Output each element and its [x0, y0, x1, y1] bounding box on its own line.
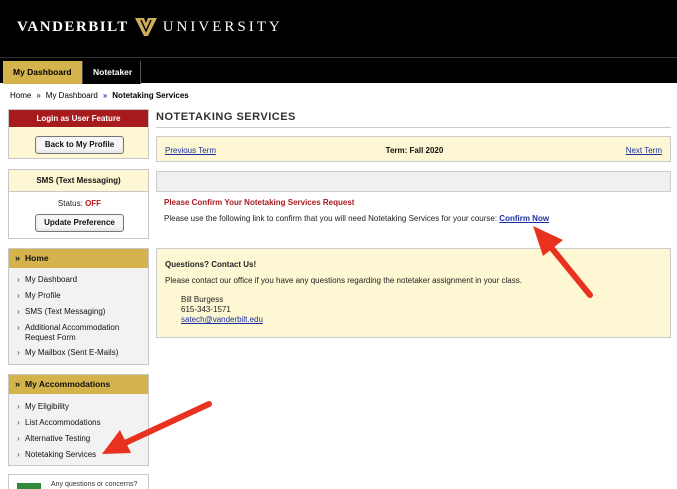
chevron-right-icon: ›	[17, 418, 20, 427]
confirm-request-instructions: Please use the following link to confirm…	[164, 214, 498, 223]
chevron-right-icon: ›	[17, 402, 20, 411]
sidebar-item-label: List Accommodations	[25, 418, 101, 427]
empty-bar	[156, 171, 671, 192]
confirm-request-title: Please Confirm Your Notetaking Services …	[164, 198, 355, 207]
sms-box: SMS (Text Messaging) Status: OFF Update …	[8, 169, 149, 239]
double-chevron-down-icon: »	[15, 253, 21, 263]
sidebar-item-sms[interactable]: › SMS (Text Messaging)	[17, 307, 145, 317]
home-menu-title: Home	[25, 253, 49, 263]
sms-status-value: OFF	[85, 199, 102, 208]
breadcrumb-home[interactable]: Home	[10, 91, 31, 100]
sidebar-item-list-accommodations[interactable]: › List Accommodations	[17, 418, 145, 428]
sms-status-label: Status:	[57, 199, 83, 208]
top-navigation: My Dashboard Notetaker	[0, 57, 677, 84]
title-divider	[156, 127, 671, 128]
contact-box: Questions? Contact Us! Please contact ou…	[156, 248, 671, 338]
current-term: Term: Fall 2020	[385, 146, 444, 155]
accommodations-menu-header[interactable]: » My Accommodations	[9, 375, 148, 394]
contact-text: Please contact our office if you have an…	[165, 276, 522, 285]
breadcrumb-separator: »	[36, 91, 41, 100]
home-menu: » Home › My Dashboard › My Profile › SMS (Te…	[8, 248, 149, 365]
breadcrumb-current: Notetaking Services	[112, 91, 189, 100]
accommodations-menu-title: My Accommodations	[25, 379, 111, 389]
sidebar-item-label: Additional Accommodation Request Form	[25, 323, 120, 342]
sms-title: SMS (Text Messaging)	[9, 170, 148, 192]
chevron-right-icon: ›	[17, 348, 20, 357]
vanderbilt-v-logo-icon	[134, 18, 157, 36]
sidebar-item-my-profile[interactable]: › My Profile	[17, 291, 145, 301]
double-chevron-down-icon: »	[15, 379, 21, 389]
site-header: VANDERBILT UNIVERSITY	[0, 0, 677, 57]
sidebar-item-my-dashboard[interactable]: › My Dashboard	[17, 275, 145, 285]
contact-email-link[interactable]: satech@vanderbilt.edu	[181, 315, 263, 324]
sidebar-item-label: Notetaking Services	[25, 450, 97, 459]
sidebar-item-label: My Mailbox (Sent E-Mails)	[25, 348, 119, 357]
logo-text-left: VANDERBILT	[17, 18, 129, 35]
contact-image	[17, 483, 41, 489]
breadcrumb-my-dashboard[interactable]: My Dashboard	[46, 91, 98, 100]
sidebar-item-label: My Profile	[25, 291, 61, 300]
questions-box-text: Any questions or concerns?	[51, 481, 138, 488]
login-as-user-title: Login as User Feature	[9, 110, 148, 127]
chevron-right-icon: ›	[17, 323, 20, 332]
sidebar-item-additional-accommodation[interactable]: › Additional Accommodation Request Form	[17, 323, 145, 343]
chevron-right-icon: ›	[17, 275, 20, 284]
sms-status: Status: OFF	[9, 199, 150, 208]
accommodations-menu: » My Accommodations › My Eligibility › List…	[8, 374, 149, 466]
update-preference-button[interactable]: Update Preference	[35, 214, 124, 232]
page-title: NOTETAKING SERVICES	[156, 111, 296, 123]
contact-name: Bill Burgess	[181, 295, 224, 304]
contact-heading: Questions? Contact Us!	[165, 260, 257, 269]
questions-box: Any questions or concerns?	[8, 474, 149, 489]
sidebar-item-my-mailbox[interactable]: › My Mailbox (Sent E-Mails)	[17, 348, 145, 358]
sidebar-item-notetaking-services[interactable]: › Notetaking Services	[17, 450, 145, 460]
sidebar-item-label: SMS (Text Messaging)	[25, 307, 106, 316]
logo-text-right: UNIVERSITY	[162, 18, 283, 35]
chevron-right-icon: ›	[17, 434, 20, 443]
chevron-right-icon: ›	[17, 291, 20, 300]
login-as-user-box: Login as User Feature Back to My Profile	[8, 109, 149, 159]
tab-notetaker[interactable]: Notetaker	[82, 61, 141, 84]
term-navigation: Previous Term Term: Fall 2020 Next Term	[156, 136, 671, 162]
sidebar-item-alternative-testing[interactable]: › Alternative Testing	[17, 434, 145, 444]
sidebar-item-label: My Eligibility	[25, 402, 70, 411]
sidebar-item-label: My Dashboard	[25, 275, 78, 284]
breadcrumb: Home » My Dashboard » Notetaking Services	[10, 91, 189, 100]
sidebar-item-my-eligibility[interactable]: › My Eligibility	[17, 402, 145, 412]
sidebar-item-label: Alternative Testing	[25, 434, 91, 443]
confirm-now-link[interactable]: Confirm Now	[499, 214, 549, 223]
contact-phone: 615-343-1571	[181, 305, 231, 314]
tab-my-dashboard[interactable]: My Dashboard	[3, 61, 82, 84]
chevron-right-icon: ›	[17, 307, 20, 316]
chevron-right-icon: ›	[17, 450, 20, 459]
breadcrumb-separator: »	[102, 91, 108, 100]
vanderbilt-logo[interactable]: VANDERBILT UNIVERSITY	[17, 17, 283, 37]
home-menu-header[interactable]: » Home	[9, 249, 148, 268]
back-to-profile-button[interactable]: Back to My Profile	[35, 136, 124, 154]
next-term-link[interactable]: Next Term	[626, 146, 662, 155]
confirm-request-text: Please use the following link to confirm…	[164, 214, 549, 223]
